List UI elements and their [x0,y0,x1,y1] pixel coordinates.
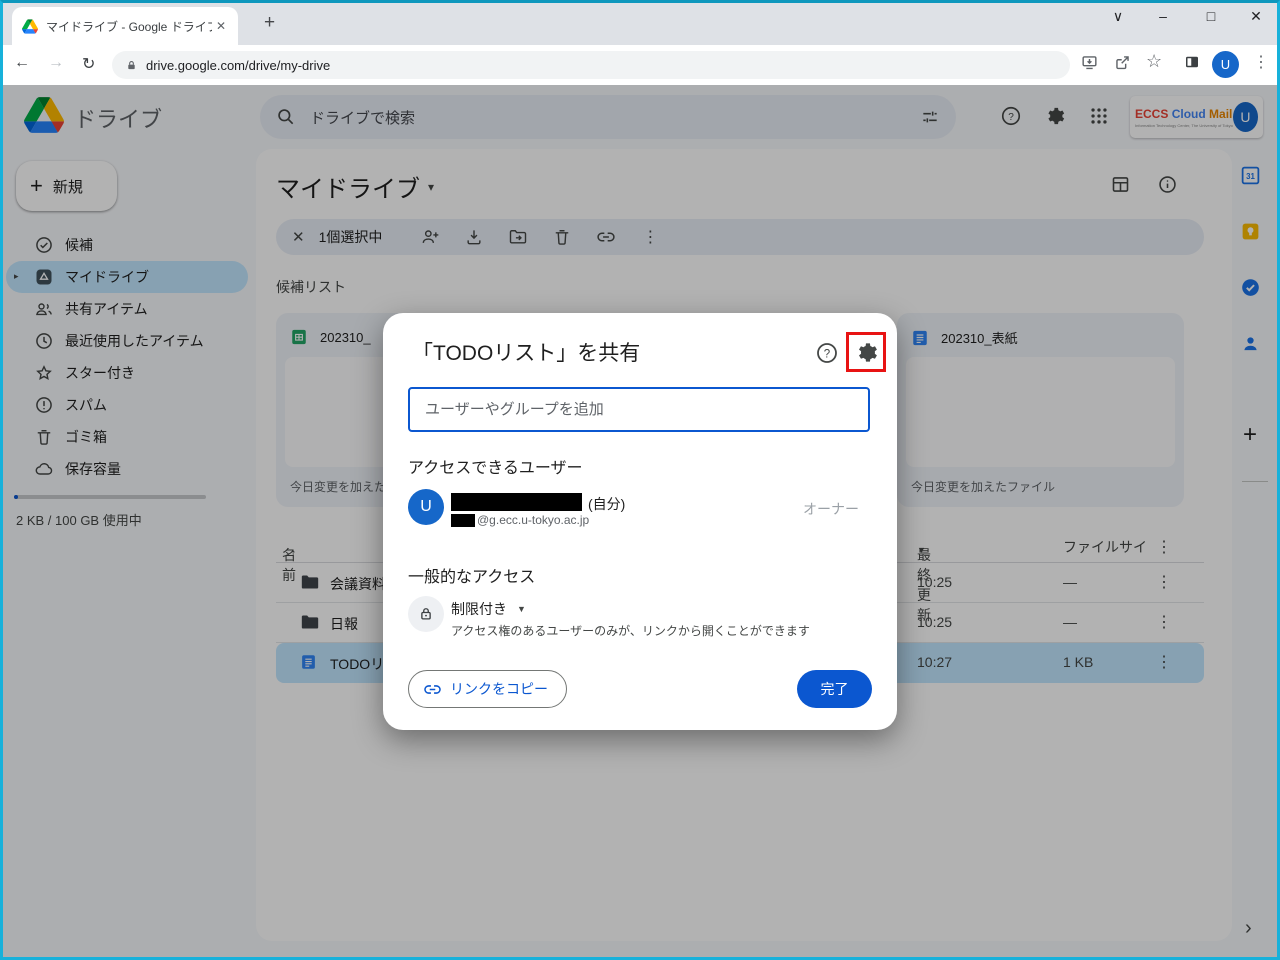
lock-icon [128,60,135,69]
window-chevron-icon[interactable]: ∨ [1103,8,1133,25]
browser-tab[interactable]: マイドライブ - Google ドライブ ✕ [12,7,238,45]
share-dialog: 「TODOリスト」を共有 ? アクセスできるユーザー U (自分) @g.ecc… [383,313,897,730]
reload-button[interactable]: ↻ [82,54,95,74]
copy-link-label: リンクをコピー [450,681,548,697]
bookmark-star-icon[interactable]: ☆ [1146,51,1162,72]
window-close-button[interactable]: ✕ [1241,8,1271,25]
install-icon[interactable] [1080,53,1099,72]
browser-profile-avatar[interactable]: U [1212,51,1239,78]
lock-icon [421,608,431,620]
side-panel-icon[interactable] [1183,53,1201,71]
dialog-title: 「TODOリスト」を共有 [412,342,641,365]
annotation-highlight-box [846,332,886,372]
owner-avatar: U [408,489,444,525]
copy-link-button[interactable]: リンクをコピー [408,670,567,708]
access-level-label: 制限付き [451,601,507,617]
owner-email-domain: @g.ecc.u-tokyo.ac.jp [477,513,590,527]
tab-title: マイドライブ - Google ドライブ [46,19,212,34]
browser-tab-strip: マイドライブ - Google ドライブ ✕ + ∨ – □ ✕ [0,0,1280,45]
drive-favicon [22,18,38,34]
tab-close-icon[interactable]: ✕ [212,17,230,35]
redacted-owner-name [451,493,582,511]
window-minimize-button[interactable]: – [1148,8,1178,24]
add-people-input[interactable] [408,387,870,432]
general-access-heading: 一般的なアクセス [408,569,536,586]
svg-text:?: ? [824,348,830,360]
back-button[interactable]: ← [14,54,30,72]
access-description: アクセス権のあるユーザーのみが、リンクから開くことができます [451,624,810,638]
link-icon [424,684,441,694]
new-tab-button[interactable]: + [256,10,283,36]
done-button[interactable]: 完了 [797,670,872,708]
redacted-email-prefix [451,514,475,527]
browser-menu-icon[interactable]: ⋮ [1253,52,1269,72]
owner-role-label: オーナー [803,501,859,517]
screen: マイドライブ - Google ドライブ ✕ + ∨ – □ ✕ ← → ↻ d… [0,0,1280,960]
dropdown-caret-icon: ▼ [517,604,526,614]
window-maximize-button[interactable]: □ [1196,8,1226,24]
owner-self-label: (自分) [588,496,626,512]
address-bar[interactable]: drive.google.com/drive/my-drive [112,51,1070,79]
dialog-help-icon[interactable]: ? [815,341,839,365]
forward-button[interactable]: → [48,54,64,72]
restricted-lock-badge [408,596,444,632]
people-with-access-heading: アクセスできるユーザー [408,460,583,477]
url-text: drive.google.com/drive/my-drive [146,57,331,73]
access-level-dropdown[interactable]: 制限付き ▼ [451,599,526,619]
share-icon[interactable] [1113,53,1132,72]
